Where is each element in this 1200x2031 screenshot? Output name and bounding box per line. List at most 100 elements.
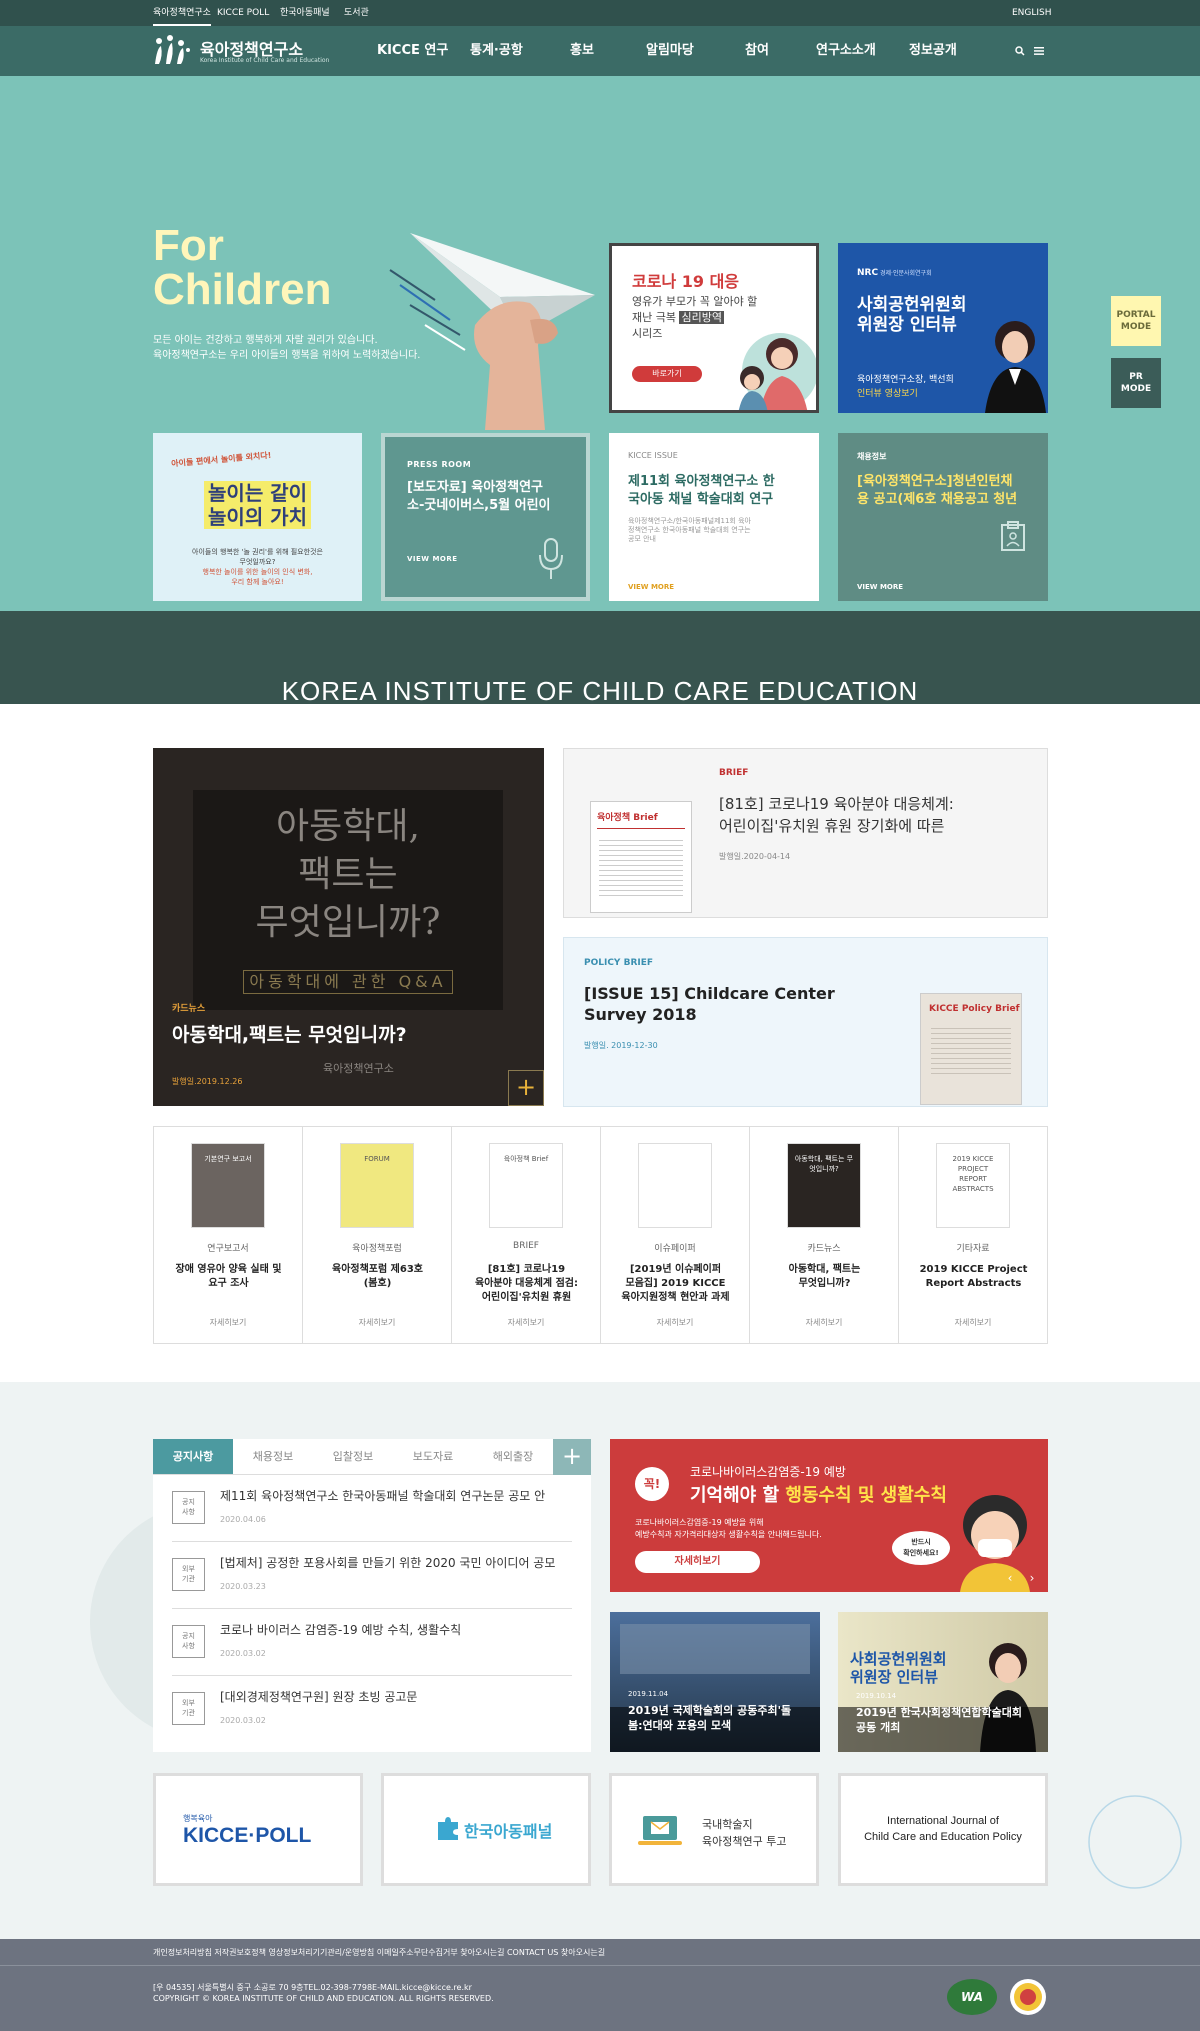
publication-item[interactable]: FORUM 육아정책포럼 육아정책포럼 제63호 (봄호) 자세히보기 bbox=[303, 1127, 452, 1343]
chevron-right-icon[interactable]: › bbox=[1022, 1568, 1042, 1588]
card-job-label: 채용정보 bbox=[857, 452, 887, 461]
cardnews-img-line3: 무엇입니까? bbox=[255, 902, 441, 943]
notice-list: 공지 사항 제11회 육아정책연구소 한국아동패널 학술대회 연구논문 공모 안 20… bbox=[153, 1475, 591, 1752]
card-issue-title1: 제11회 육아정책연구소 한 bbox=[628, 474, 775, 489]
util-link-english[interactable]: ENGLISH bbox=[1012, 0, 1052, 26]
publication-item[interactable]: 이슈페이퍼 [2019년 이슈페이퍼 모음집] 2019 KICCE 육아지원정책 현… bbox=[601, 1127, 750, 1343]
pr-mode-button[interactable]: PR MODE bbox=[1111, 358, 1161, 408]
notice-item[interactable]: 외부 기관 [법제처] 공정한 포용사회를 만들기 위한 2020 국민 아이디어 … bbox=[172, 1542, 572, 1609]
util-link-kicce[interactable]: 육아정책연구소 bbox=[153, 0, 211, 26]
feature-cardnews[interactable]: 아동학대, 팩트는 무엇입니까? 아동학대에 관한 Q&A 카드뉴스 아동학대,… bbox=[153, 748, 544, 1106]
card-job-view-more[interactable]: VIEW MORE bbox=[857, 583, 903, 591]
notice-title[interactable]: [법제처] 공정한 포용사회를 만들기 위한 2020 국민 아이디어 공모 bbox=[220, 1554, 555, 1571]
card-corona-button[interactable]: 바로가기 bbox=[632, 366, 702, 382]
util-link-library[interactable]: 도서관 bbox=[344, 0, 369, 26]
publication-more-link[interactable]: 자세히보기 bbox=[899, 1317, 1047, 1328]
chevron-left-icon[interactable]: ‹ bbox=[1000, 1568, 1020, 1588]
nav-item-disclosure[interactable]: 정보공개 bbox=[909, 26, 957, 76]
card-corona-title: 코로나 19 대응 bbox=[632, 272, 740, 291]
notice-title[interactable]: [대외경제정책연구원] 원장 초빙 공고문 bbox=[220, 1688, 417, 1705]
brief-title2: 어린이집'유치원 휴원 장기화에 따른 bbox=[719, 817, 945, 835]
publication-more-link[interactable]: 자세히보기 bbox=[452, 1317, 600, 1328]
publication-title-line3: 어린이집'유치원 휴원 bbox=[481, 1292, 572, 1303]
publication-more-link[interactable]: 자세히보기 bbox=[601, 1317, 749, 1328]
policy-category: POLICY BRIEF bbox=[584, 958, 654, 968]
banner-ijccep[interactable]: International Journal of Child Care and … bbox=[838, 1773, 1048, 1886]
nav-item-participation[interactable]: 참여 bbox=[745, 26, 769, 76]
banner-journal-submit[interactable]: 국내학술지 육아정책연구 투고 bbox=[609, 1773, 819, 1886]
card-issue-desc3: 공모 안내 bbox=[628, 535, 656, 543]
video-card-2[interactable]: 사회공헌위원회 위원장 인터뷰 2019.10.14 2019년 한국사회정책연… bbox=[838, 1612, 1048, 1752]
footer-links[interactable]: 개인정보처리방침 저작권보호정책 영상정보처리기기관리/운영방침 이메일주소무단… bbox=[153, 1947, 605, 1958]
publication-more-link[interactable]: 자세히보기 bbox=[154, 1317, 302, 1328]
card-interview-org-name: 경제·인문사회연구회 bbox=[880, 270, 932, 277]
tab-overseas[interactable]: 해외출장 bbox=[473, 1439, 553, 1475]
banner-kicce-poll[interactable]: 행복육아 KICCE·POLL bbox=[153, 1773, 363, 1886]
publication-item[interactable]: 2019 KICCE PROJECT REPORT ABSTRACTS 기타자료 2… bbox=[899, 1127, 1047, 1343]
kicce-logo-icon[interactable] bbox=[153, 34, 191, 68]
notice-title[interactable]: 코로나 바이러스 감염증-19 예방 수칙, 생활수칙 bbox=[220, 1621, 461, 1638]
card-issue-desc: 육아정책연구소/한국아동패널제11회 육아 정책연구소 한국아동패널 학술대회 … bbox=[628, 517, 751, 544]
policy-thumbnail: KICCE Policy Brief bbox=[920, 993, 1022, 1105]
publication-title-line2: 육아분야 대응체계 점검: bbox=[475, 1278, 578, 1289]
hero-title-line2: Children bbox=[153, 265, 332, 314]
card-kicce-issue[interactable]: KICCE ISSUE 제11회 육아정책연구소 한 국아동 채널 학술대회 연… bbox=[609, 433, 819, 601]
publication-item[interactable]: 육아정책 Brief BRIEF [81호] 코로나19 육아분야 대응체계 점검: 어… bbox=[452, 1127, 601, 1343]
portal-mode-button[interactable]: PORTAL MODE bbox=[1111, 296, 1161, 346]
publication-more-link[interactable]: 자세히보기 bbox=[750, 1317, 898, 1328]
util-link-child-panel[interactable]: 한국아동패널 bbox=[280, 0, 330, 26]
tab-recruit[interactable]: 채용정보 bbox=[233, 1439, 313, 1475]
publication-thumb-label: 육아정책 Brief bbox=[503, 1155, 549, 1163]
publication-thumb-label: 아동학대, 팩트는 무엇입니까? bbox=[794, 1155, 854, 1173]
card-job-posting[interactable]: 채용정보 [육아정책연구소]청년인턴채 용 공고(제6호 채용공고 청년 VIE… bbox=[838, 433, 1048, 601]
nav-item-pr[interactable]: 홍보 bbox=[570, 26, 594, 76]
wa-certification-badge: WA bbox=[947, 1979, 997, 2015]
menu-icon[interactable] bbox=[1034, 47, 1044, 55]
card-corona-line1: 영유가 부모가 꼭 알아야 할 bbox=[632, 295, 758, 308]
publication-item[interactable]: 아동학대, 팩트는 무엇입니까? 카드뉴스 아동학대, 팩트는 무엇입니까? 자세히보기 bbox=[750, 1127, 899, 1343]
card-press-title1: [보도자료] 육아정책연구 bbox=[407, 480, 544, 495]
covid-desc2: 예방수칙과 자가격리대상자 생활수칙을 안내해드립니다. bbox=[635, 1530, 822, 1539]
notice-item[interactable]: 공지 사항 제11회 육아정책연구소 한국아동패널 학술대회 연구논문 공모 안 20… bbox=[172, 1475, 572, 1542]
notice-item[interactable]: 외부 기관 [대외경제정책연구원] 원장 초빙 공고문 2020.03.02 bbox=[172, 1676, 572, 1743]
card-press-view-more[interactable]: VIEW MORE bbox=[407, 555, 458, 563]
nav-item-about[interactable]: 연구소소개 bbox=[816, 26, 876, 76]
nav-item-research[interactable]: KICCE 연구 bbox=[377, 26, 448, 76]
feature-brief[interactable]: 육아정책 Brief BRIEF [81호] 코로나19 육아분야 대응체계: … bbox=[563, 748, 1048, 918]
paper-plane-hand-illustration bbox=[389, 233, 595, 430]
notice-badge-line2: 사항 bbox=[182, 1642, 195, 1650]
tab-notice[interactable]: 공지사항 bbox=[153, 1439, 233, 1475]
card-press-room[interactable]: PRESS ROOM [보도자료] 육아정책연구 소-굿네이버스,5월 어린이 … bbox=[381, 433, 590, 601]
publication-item[interactable]: 기본연구 보고서 연구보고서 장애 영유아 양육 실태 및 요구 조사 자세히보기 bbox=[154, 1127, 303, 1343]
publication-title-line1: 2019 KICCE Project bbox=[919, 1264, 1028, 1275]
cardnews-img-line1: 아동학대, bbox=[276, 806, 420, 847]
card-issue-view-more[interactable]: VIEW MORE bbox=[628, 583, 674, 591]
notice-badge-line1: 외부 bbox=[182, 1565, 195, 1573]
util-link-kicce-poll[interactable]: KICCE POLL bbox=[217, 0, 269, 26]
search-icon[interactable] bbox=[1015, 46, 1025, 56]
covid-guideline-banner[interactable]: 꼭! 코로나바이러스감염증-19 예방 기억해야 할 행동수칙 및 생활수칙 코… bbox=[610, 1439, 1048, 1592]
card-interview-caption2[interactable]: 인터뷰 영상보기 bbox=[857, 387, 954, 401]
cardnews-plus-button[interactable]: + bbox=[508, 1070, 544, 1106]
video-card-1[interactable]: 2019.11.04 2019년 국제학술회의 공동주최'돌 봄:연대와 포용의… bbox=[610, 1612, 820, 1752]
nav-item-statistics[interactable]: 통계·공항 bbox=[470, 26, 523, 76]
notice-tabs: 공지사항 채용정보 입찰정보 보도자료 해외출장 + bbox=[153, 1439, 591, 1475]
laptop-mail-icon bbox=[638, 1816, 682, 1845]
tab-bid[interactable]: 입찰정보 bbox=[313, 1439, 393, 1475]
brief-category: BRIEF bbox=[719, 768, 749, 778]
banner-child-panel[interactable]: 한국아동패널 bbox=[381, 1773, 591, 1886]
notice-more-button[interactable]: + bbox=[553, 1439, 591, 1475]
card-interview-title1: 사회공헌위원회 bbox=[857, 295, 967, 315]
top-utility-bar: 육아정책연구소 KICCE POLL 한국아동패널 도서관 ENGLISH bbox=[0, 0, 1200, 26]
notice-title[interactable]: 제11회 육아정책연구소 한국아동패널 학술대회 연구논문 공모 안 bbox=[220, 1487, 545, 1504]
publication-more-link[interactable]: 자세히보기 bbox=[303, 1317, 451, 1328]
card-committee-interview[interactable]: NRC 경제·인문사회연구회 사회공헌위원회 위원장 인터뷰 육아정책연구소장,… bbox=[838, 243, 1048, 413]
logo-subtitle: Korea Institute of Child Care and Educat… bbox=[200, 57, 330, 64]
notice-item[interactable]: 공지 사항 코로나 바이러스 감염증-19 예방 수칙, 생활수칙 2020.03.0… bbox=[172, 1609, 572, 1676]
feature-policy-brief[interactable]: POLICY BRIEF [ISSUE 15] Childcare Center… bbox=[563, 937, 1048, 1107]
card-play-value[interactable]: 아이들 편에서 놀이를 외치다! 놀이는 같이 놀이의 가치 아이들의 행복한 … bbox=[153, 433, 362, 601]
nav-item-notice[interactable]: 알림마당 bbox=[646, 26, 694, 76]
covid-more-button[interactable]: 자세히보기 bbox=[635, 1551, 760, 1573]
card-corona-response[interactable]: 코로나 19 대응 영유가 부모가 꼭 알아야 할 재난 극복 심리방역 시리즈… bbox=[609, 243, 819, 413]
tab-press[interactable]: 보도자료 bbox=[393, 1439, 473, 1475]
